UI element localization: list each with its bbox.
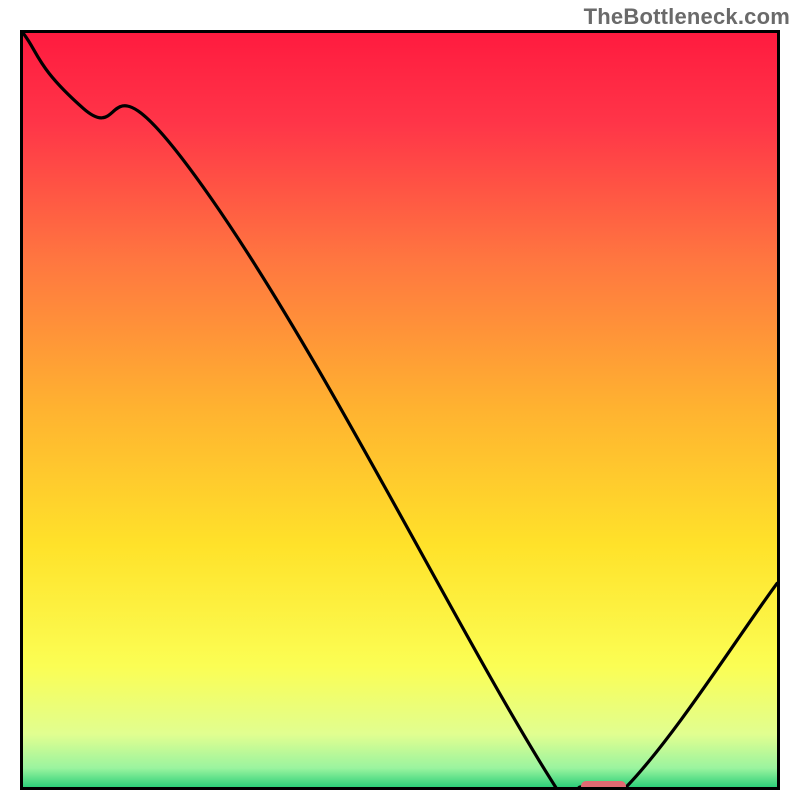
- plot-area: [20, 30, 780, 790]
- chart-frame: TheBottleneck.com: [0, 0, 800, 800]
- bottleneck-curve: [23, 33, 777, 787]
- watermark-text: TheBottleneck.com: [584, 4, 790, 30]
- optimum-marker: [581, 781, 626, 790]
